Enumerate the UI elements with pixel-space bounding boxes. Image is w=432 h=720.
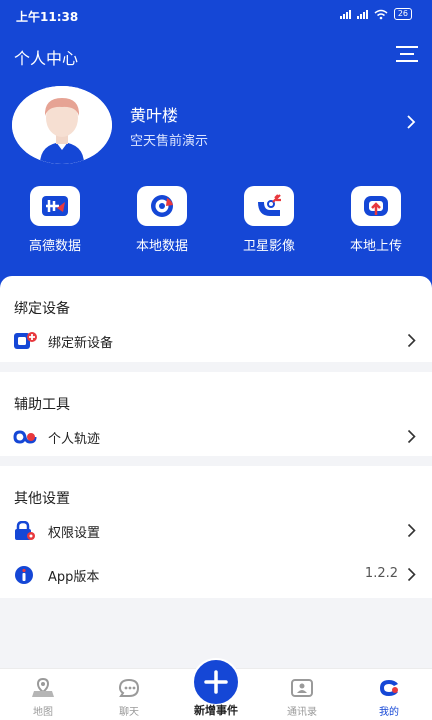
status-icons: 26 xyxy=(339,8,412,20)
quick-local-data[interactable]: 本地数据 xyxy=(117,186,207,254)
plus-icon xyxy=(204,670,228,694)
signal-icon xyxy=(339,9,351,19)
permission-lock-icon xyxy=(15,521,35,540)
chevron-right-icon xyxy=(407,429,416,444)
info-icon xyxy=(15,566,33,584)
add-event-label: 新增事件 xyxy=(194,704,238,717)
profile-header: 上午11:38 26 个人中心 黄叶楼 空天售前演示 高德数据 本地数据 卫星影… xyxy=(0,0,432,300)
row-label: App版本 xyxy=(48,570,100,585)
local-data-icon xyxy=(137,186,187,226)
track-icon xyxy=(13,430,37,444)
chevron-right-icon xyxy=(407,115,416,129)
status-bar: 上午11:38 26 xyxy=(0,0,432,30)
amap-data-icon xyxy=(30,186,80,226)
section-title: 绑定设备 xyxy=(14,301,70,317)
satellite-image-icon xyxy=(244,186,294,226)
tab-label: 通讯录 xyxy=(287,707,317,718)
signal-icon-2 xyxy=(356,9,368,19)
chevron-right-icon xyxy=(407,523,416,538)
quick-satellite-image[interactable]: 卫星影像 xyxy=(224,186,314,254)
row-label: 绑定新设备 xyxy=(48,336,114,351)
quick-local-upload[interactable]: 本地上传 xyxy=(331,186,421,254)
bind-new-device-row[interactable]: 绑定新设备 xyxy=(0,324,432,358)
other-settings-section: 其他设置 权限设置 App版本 1.2.2 xyxy=(0,466,432,598)
bind-device-section: 绑定设备 绑定新设备 xyxy=(0,276,432,362)
tab-label: 地图 xyxy=(33,707,53,718)
personal-track-row[interactable]: 个人轨迹 xyxy=(0,420,432,454)
status-time: 上午11:38 xyxy=(16,10,79,24)
contacts-icon xyxy=(291,679,313,697)
quick-amap-data[interactable]: 高德数据 xyxy=(10,186,100,254)
page-title: 个人中心 xyxy=(14,49,79,68)
chat-icon xyxy=(118,678,140,697)
tab-mine[interactable]: 我的 xyxy=(346,669,432,720)
avatar[interactable] xyxy=(12,86,112,164)
map-icon xyxy=(32,678,54,697)
local-upload-icon xyxy=(351,186,401,226)
chevron-right-icon xyxy=(407,567,416,582)
app-version-row[interactable]: App版本 1.2.2 xyxy=(0,558,432,592)
wifi-icon xyxy=(374,9,388,19)
tools-section: 辅助工具 个人轨迹 xyxy=(0,372,432,456)
section-title: 其他设置 xyxy=(14,491,70,507)
permission-settings-row[interactable]: 权限设置 xyxy=(0,514,432,548)
tab-chat[interactable]: 聊天 xyxy=(86,669,172,720)
tab-label: 聊天 xyxy=(119,707,139,718)
row-label: 权限设置 xyxy=(48,526,101,541)
menu-icon[interactable] xyxy=(396,44,418,64)
app-version-value: 1.2.2 xyxy=(364,566,398,581)
row-label: 个人轨迹 xyxy=(48,432,101,447)
chevron-right-icon xyxy=(407,333,416,348)
tab-map[interactable]: 地图 xyxy=(0,669,86,720)
section-title: 辅助工具 xyxy=(14,397,70,413)
device-add-icon xyxy=(14,332,37,349)
profile-card[interactable]: 黄叶楼 空天售前演示 xyxy=(12,86,420,166)
quick-label: 本地数据 xyxy=(135,239,188,254)
tab-label: 我的 xyxy=(379,707,399,718)
quick-label: 高德数据 xyxy=(28,239,81,254)
avatar-icon xyxy=(12,86,112,164)
user-name: 黄叶楼 xyxy=(130,106,179,125)
add-event-button[interactable] xyxy=(192,658,240,706)
quick-label: 本地上传 xyxy=(349,239,402,254)
battery-icon: 26 xyxy=(393,8,412,20)
quick-label: 卫星影像 xyxy=(242,239,295,254)
mine-icon xyxy=(380,680,398,696)
tab-contacts[interactable]: 通讯录 xyxy=(259,669,345,720)
user-subtitle: 空天售前演示 xyxy=(130,134,209,149)
